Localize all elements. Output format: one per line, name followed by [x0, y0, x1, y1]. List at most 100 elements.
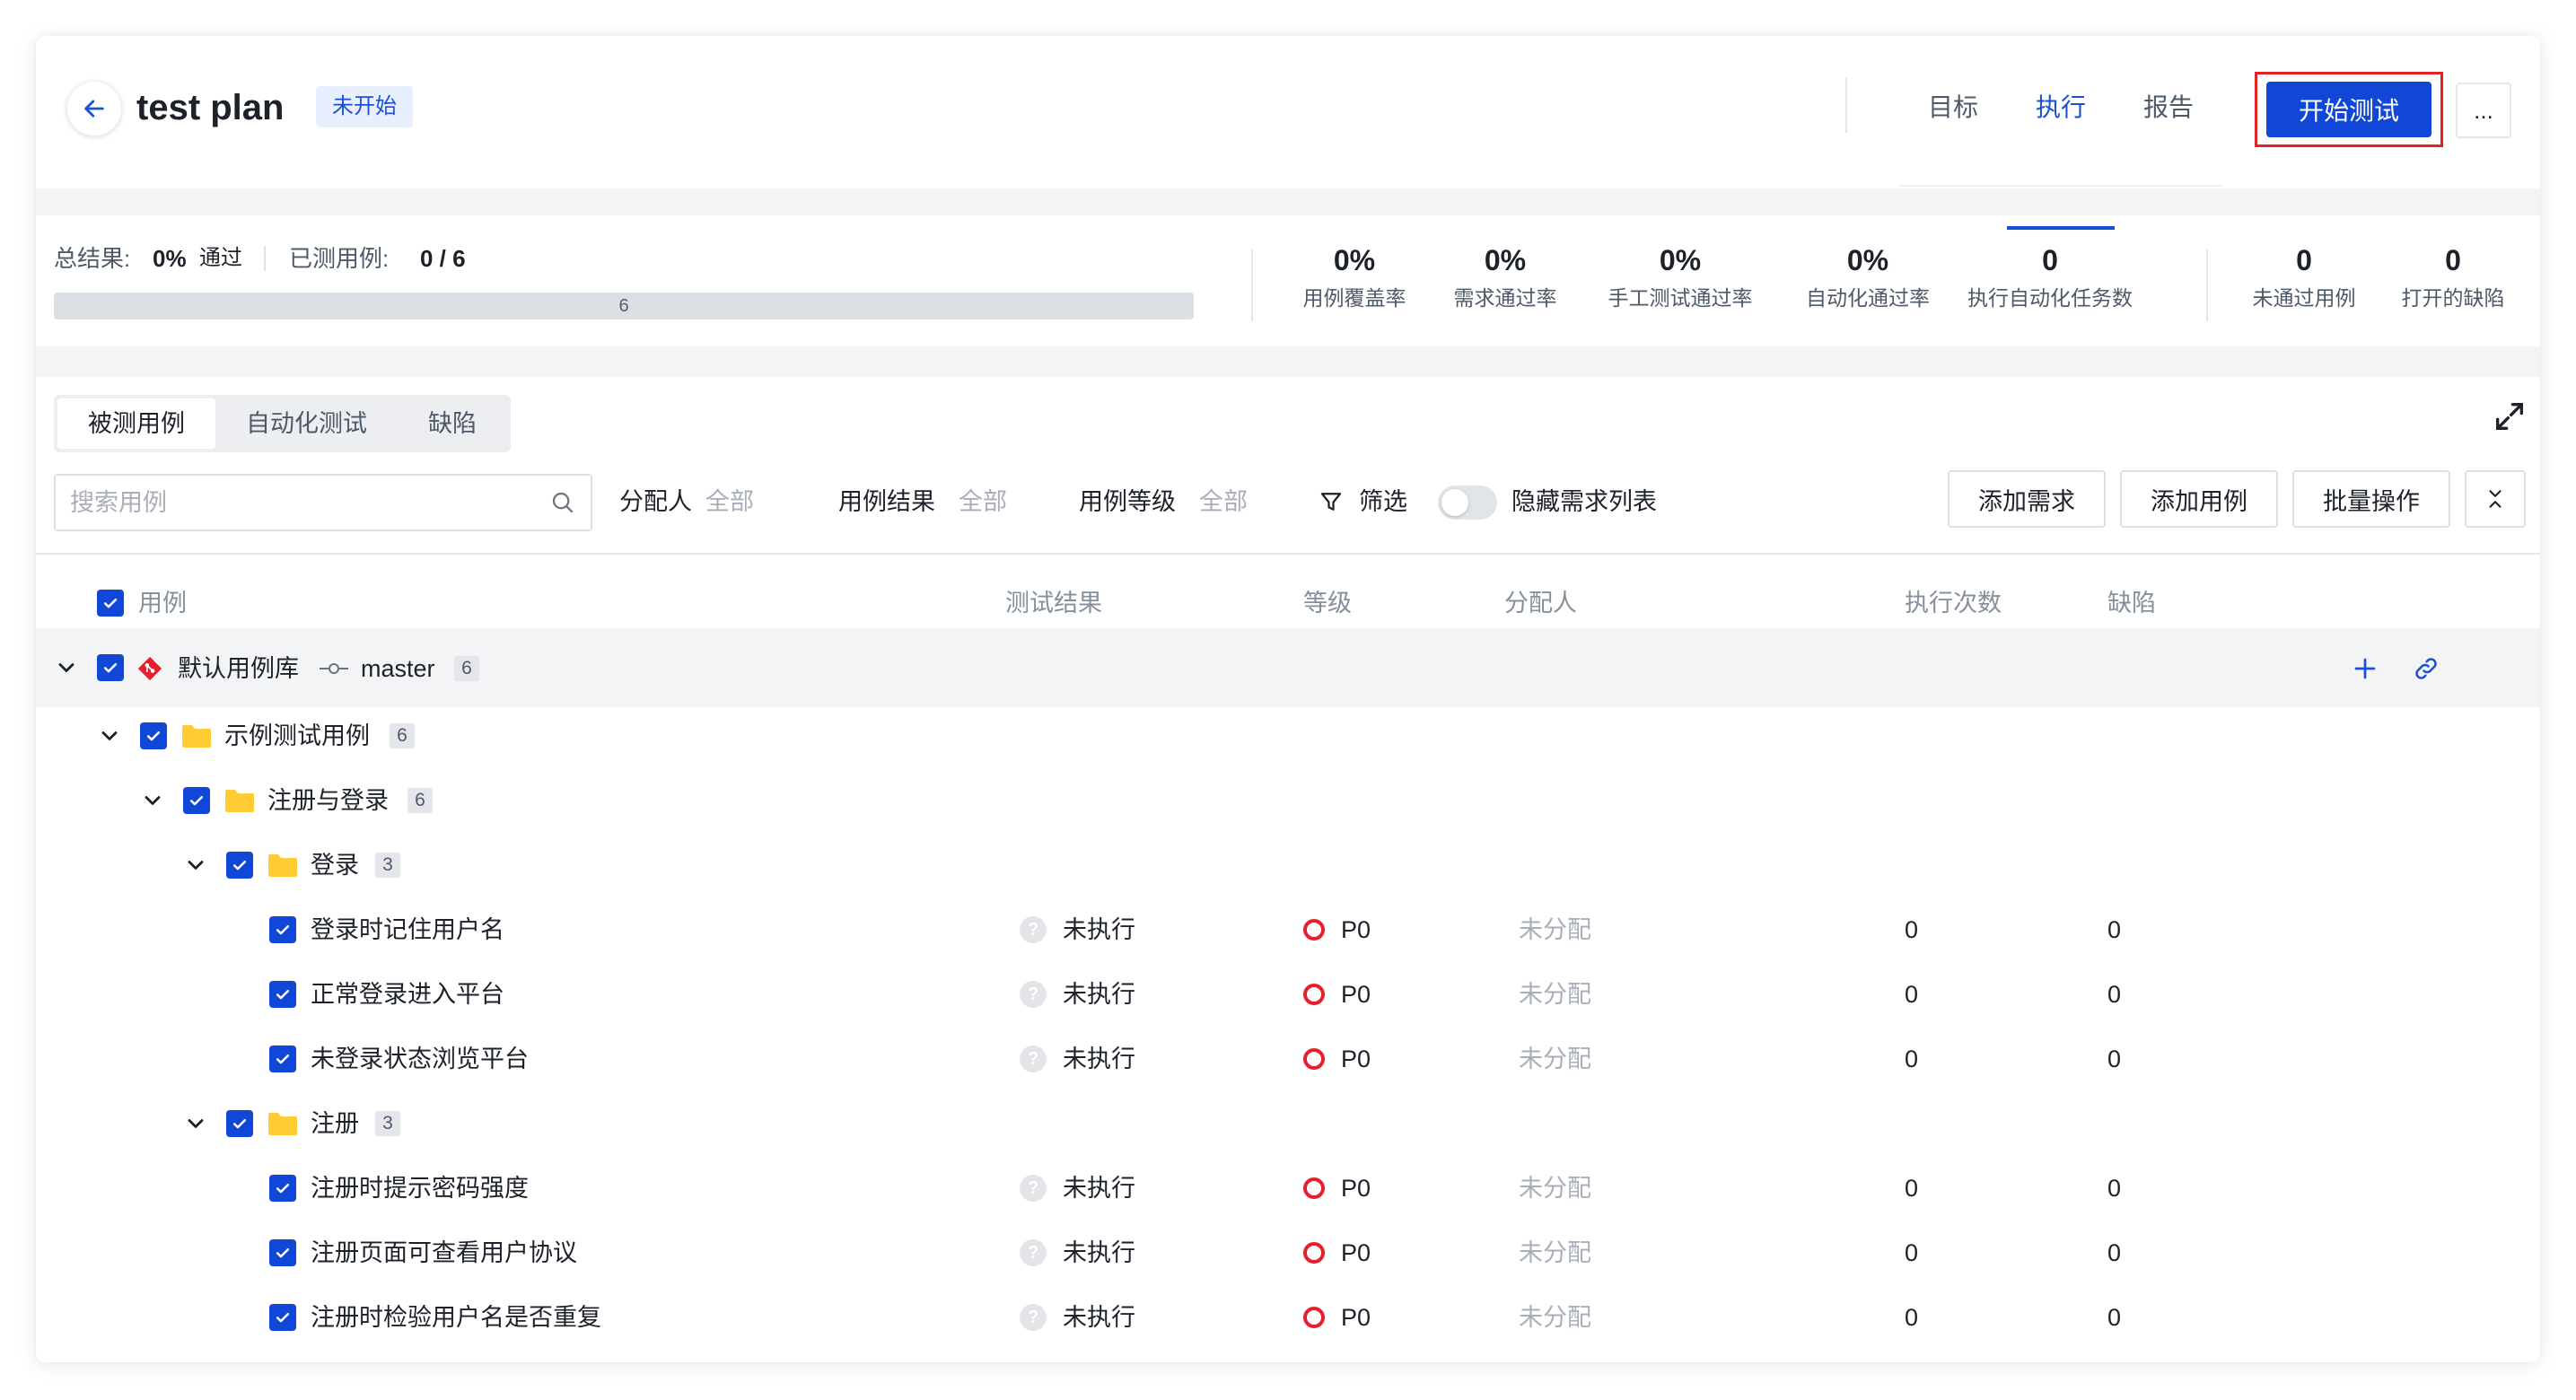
case-defect-count: 0 [2107, 981, 2122, 1008]
folder-checkbox[interactable] [226, 852, 253, 879]
chevron-down-icon[interactable] [54, 655, 79, 680]
check-icon [232, 1119, 247, 1129]
chevron-down-icon[interactable] [140, 788, 165, 813]
folder-name[interactable]: 注册与登录 [267, 783, 389, 818]
repo-case-count: 6 [454, 656, 479, 681]
page-header: test plan 未开始 目标 执行 报告 开始测试 ... [36, 36, 2540, 230]
tab-defects[interactable]: 缺陷 [398, 398, 507, 449]
filter-button-label[interactable]: 筛选 [1359, 482, 1407, 521]
stat-value: 0% [1484, 244, 1527, 276]
level-filter-value[interactable]: 全部 [1199, 482, 1248, 521]
priority-ring-icon [1303, 1048, 1325, 1070]
case-assignee[interactable]: 未分配 [1519, 1235, 1591, 1271]
fullscreen-icon[interactable] [2492, 398, 2528, 434]
collapse-all-button[interactable] [2465, 470, 2526, 528]
tested-cases-value: 0 / 6 [420, 245, 466, 272]
case-name[interactable]: 正常登录进入平台 [311, 976, 504, 1012]
back-button[interactable] [66, 81, 122, 136]
assignee-filter-label: 分配人 [619, 488, 692, 515]
stat-value: 0 [2296, 244, 2312, 276]
stat-value: 0 [2042, 244, 2058, 276]
funnel-icon[interactable] [1318, 488, 1345, 515]
search-input[interactable] [70, 488, 549, 517]
case-result: 未执行 [1063, 1175, 1135, 1202]
question-circle-icon: ? [1020, 916, 1047, 943]
branch-name: master [361, 655, 435, 682]
folder-name[interactable]: 登录 [311, 847, 359, 883]
case-checkbox[interactable] [269, 1175, 296, 1202]
column-header-level: 等级 [1303, 590, 1352, 617]
stat-open-defects: 0 打开的缺陷 [2395, 241, 2511, 316]
case-level: P0 [1341, 1046, 1371, 1072]
start-test-highlight: 开始测试 [2255, 72, 2443, 147]
case-result: 未执行 [1063, 981, 1135, 1008]
column-header-result: 测试结果 [1005, 590, 1102, 617]
test-plan-panel: test plan 未开始 目标 执行 报告 开始测试 ... 总结果: 0% … [36, 36, 2540, 1362]
case-assignee[interactable]: 未分配 [1519, 1299, 1591, 1335]
tab-automation[interactable]: 自动化测试 [215, 398, 398, 449]
chevron-down-icon[interactable] [183, 853, 208, 878]
case-checkbox[interactable] [269, 916, 296, 943]
case-run-count: 0 [1905, 1175, 1919, 1202]
case-checkbox[interactable] [269, 1046, 296, 1072]
case-assignee[interactable]: 未分配 [1519, 1170, 1591, 1206]
plus-icon[interactable] [2352, 655, 2379, 682]
link-icon[interactable] [2413, 655, 2440, 682]
stats-divider [1251, 249, 1253, 321]
batch-operation-button[interactable]: 批量操作 [2292, 470, 2450, 528]
folder-name[interactable]: 示例测试用例 [224, 718, 370, 754]
stat-label: 需求通过率 [1453, 286, 1557, 310]
chevron-down-icon[interactable] [97, 723, 122, 748]
more-button[interactable]: ... [2456, 83, 2511, 138]
repo-checkbox[interactable] [97, 654, 124, 681]
search-icon[interactable] [549, 489, 576, 516]
folder-checkbox[interactable] [226, 1110, 253, 1137]
case-assignee[interactable]: 未分配 [1519, 912, 1591, 948]
case-result: 未执行 [1063, 1239, 1135, 1266]
question-circle-icon: ? [1020, 1304, 1047, 1331]
tab-goal[interactable]: 目标 [1899, 72, 2007, 185]
hide-requirements-toggle[interactable] [1438, 486, 1497, 520]
add-requirement-button[interactable]: 添加需求 [1948, 470, 2106, 528]
search-box [54, 474, 592, 531]
folder-name[interactable]: 注册 [311, 1106, 359, 1142]
result-filter-value[interactable]: 全部 [959, 482, 1007, 521]
start-test-button[interactable]: 开始测试 [2266, 82, 2431, 137]
tab-execute[interactable]: 执行 [2007, 72, 2115, 230]
case-name[interactable]: 注册时检验用户名是否重复 [311, 1299, 601, 1335]
case-name[interactable]: 未登录状态浏览平台 [311, 1041, 529, 1077]
folder-count: 6 [407, 788, 433, 813]
stat-value: 0% [1333, 244, 1376, 276]
priority-ring-icon [1303, 1177, 1325, 1199]
case-checkbox[interactable] [269, 1239, 296, 1266]
add-case-button[interactable]: 添加用例 [2120, 470, 2278, 528]
case-checkbox[interactable] [269, 1304, 296, 1331]
case-checkbox[interactable] [269, 981, 296, 1008]
level-filter-label: 用例等级 [1079, 488, 1176, 515]
stat-requirement-pass: 0% 需求通过率 [1447, 241, 1564, 316]
folder-checkbox[interactable] [183, 787, 210, 814]
case-name[interactable]: 登录时记住用户名 [311, 912, 504, 948]
header-divider [1845, 77, 1847, 133]
question-circle-icon: ? [1020, 1239, 1047, 1266]
collapse-icon [2489, 490, 2502, 508]
assignee-filter-value[interactable]: 全部 [705, 482, 754, 521]
tab-report[interactable]: 报告 [2115, 72, 2222, 185]
stat-label: 手工测试通过率 [1608, 286, 1753, 310]
case-run-count: 0 [1905, 1239, 1919, 1266]
chevron-down-icon[interactable] [183, 1111, 208, 1136]
folder-checkbox[interactable] [140, 722, 167, 749]
case-name[interactable]: 注册页面可查看用户协议 [311, 1235, 577, 1271]
case-assignee[interactable]: 未分配 [1519, 1041, 1591, 1077]
stat-automation-pass: 0% 自动化通过率 [1801, 241, 1935, 316]
case-assignee[interactable]: 未分配 [1519, 976, 1591, 1012]
tab-tested-cases[interactable]: 被测用例 [57, 398, 215, 449]
check-icon [146, 731, 161, 741]
case-name[interactable]: 注册时提示密码强度 [311, 1170, 529, 1206]
priority-ring-icon [1303, 984, 1325, 1005]
column-header-runs: 执行次数 [1905, 590, 2002, 617]
case-defect-count: 0 [2107, 1239, 2122, 1266]
progress-count: 6 [618, 296, 629, 316]
case-level: P0 [1341, 1239, 1371, 1266]
select-all-checkbox[interactable] [97, 590, 124, 617]
